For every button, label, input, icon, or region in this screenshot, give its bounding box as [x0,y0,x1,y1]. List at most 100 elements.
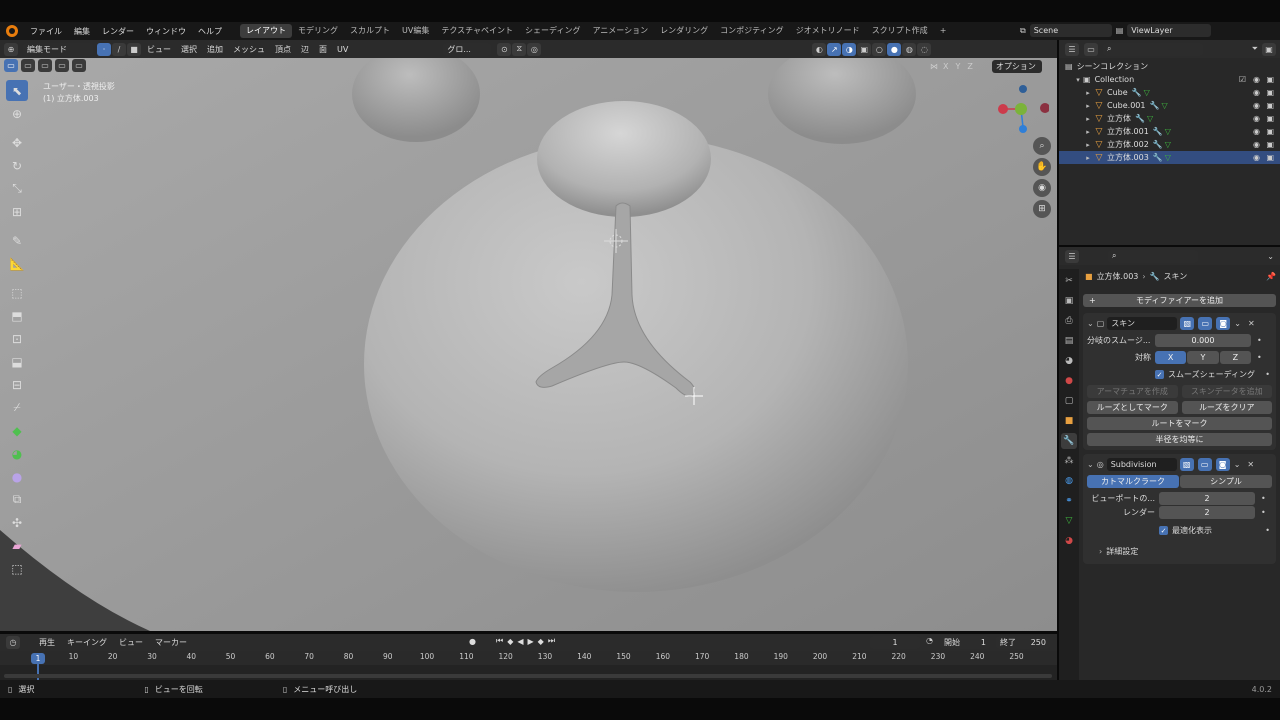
bevel-tool-icon[interactable]: ⬓ [6,351,28,372]
timeline[interactable]: ◷ 再生 キーイング ビュー マーカー ● ⏮ ◆ ◀ ▶ ◆ ⏭ 1 ◔ 開始… [0,634,1057,680]
timeline-scrollbar[interactable] [4,674,1052,678]
knife-tool-icon[interactable]: ⌿ [6,397,28,418]
spin-tool-icon[interactable]: ◕ [6,443,28,464]
collapse-arrow-icon[interactable]: ⌄ [1087,460,1094,469]
mirror-z[interactable]: Z [965,62,974,71]
tab-geometry-nodes[interactable]: ジオメトリノード [790,24,866,38]
camera-icon[interactable]: ▣ [1266,75,1274,84]
modifier-icon[interactable]: 🔧 [1153,153,1163,162]
blender-logo-icon[interactable] [6,25,18,37]
tab-texture-paint[interactable]: テクスチャペイント [435,24,519,38]
loop-cut-tool-icon[interactable]: ⊟ [6,374,28,395]
symmetry-z-toggle[interactable]: Z [1219,351,1251,364]
visibility-icon[interactable]: ◐ [812,42,827,56]
outliner-search[interactable]: ⌕ [1103,42,1203,56]
modifier-icon[interactable]: 🔧 [1135,114,1145,123]
poly-build-tool-icon[interactable]: ◆ [6,420,28,441]
mark-loose-button[interactable]: ルーズとしてマーク [1087,401,1178,414]
modifier-icon[interactable]: 🔧 [1132,88,1142,97]
modifier-icon[interactable]: 🔧 [1149,101,1159,110]
rendered-shading-icon[interactable]: ◌ [917,42,932,56]
viewport-levels-field[interactable]: 2 [1159,492,1255,505]
eye-icon[interactable]: ◉ [1253,153,1260,162]
collection-tab-icon[interactable]: ▢ [1061,393,1077,409]
physics-tab-icon[interactable]: ◍ [1061,473,1077,489]
new-collection-icon[interactable]: ▣ [1262,42,1276,56]
camera-icon[interactable]: ▣ [1266,101,1274,110]
measure-tool-icon[interactable]: 📐 [6,253,28,274]
keyframe-dot-icon[interactable]: • [1257,336,1262,345]
outliner-object-row[interactable]: ▸ ▽ Cube 🔧 ▽ ◉ ▣ [1059,86,1280,99]
simple-button[interactable]: シンプル [1180,475,1272,488]
keyframe-dot-icon[interactable]: • [1265,370,1270,379]
pivot-icon[interactable]: ⊙ [497,42,512,56]
edge-slide-tool-icon[interactable]: ⧉ [6,489,28,510]
outliner-object-row[interactable]: ▸ ▽ 立方体.003 🔧 ▽ ◉ ▣ [1059,151,1280,164]
shrink-fatten-tool-icon[interactable]: ✣ [6,512,28,533]
branch-smoothing-field[interactable]: 0.000 [1155,334,1251,347]
mesh-data-icon[interactable]: ▽ [1147,114,1153,123]
expand-arrow-icon[interactable]: ▸ [1083,89,1093,97]
solid-shading-icon[interactable]: ● [887,42,902,56]
outliner-editor-icon[interactable]: ☰ [1065,42,1079,56]
eye-icon[interactable]: ◉ [1253,88,1260,97]
expand-arrow-icon[interactable]: ▸ [1083,102,1093,110]
select-box-tool-icon[interactable]: ⬉ [6,80,28,101]
menu-window[interactable]: ウィンドウ [140,26,192,37]
modifier-menu-icon[interactable]: ⌄ [1234,460,1241,469]
add-cube-tool-icon[interactable]: ⬚ [6,282,28,303]
skin-name-field[interactable]: スキン [1107,316,1178,330]
create-armature-button[interactable]: アーマチュアを作成 [1087,385,1178,398]
snap-icon[interactable]: ⧖ [512,42,527,56]
select-extend-icon[interactable]: ▭ [21,59,35,72]
delete-modifier-icon[interactable]: ✕ [1247,460,1254,469]
outliner-object-row[interactable]: ▸ ▽ 立方体.001 🔧 ▽ ◉ ▣ [1059,125,1280,138]
mesh-data-icon[interactable]: ▽ [1165,153,1171,162]
subdivision-name-field[interactable]: Subdivision [1106,457,1177,471]
tab-rendering[interactable]: レンダリング [654,24,714,38]
rotate-tool-icon[interactable]: ↻ [6,155,28,176]
advanced-subpanel[interactable]: › 詳細設定 [1087,545,1272,558]
rip-tool-icon[interactable]: ⬚ [6,558,28,579]
catmull-clark-button[interactable]: カトマルクラーク [1087,475,1179,488]
options-dropdown[interactable]: オプション [991,60,1042,73]
mark-root-button[interactable]: ルートをマーク [1087,417,1272,430]
frame-ruler[interactable]: 1 10 20 30 40 50 60 70 80 90 100 110 120 130 140 150 16… [0,651,1057,680]
transform-orientation[interactable]: グロ... [443,42,492,56]
select-subtract-icon[interactable]: ▭ [38,59,52,72]
menu-edge[interactable]: 辺 [296,44,314,55]
render-toggle-icon[interactable]: ◙ [1216,316,1231,330]
face-select-icon[interactable]: ■ [127,42,141,56]
gizmo-icon[interactable]: ↗ [827,42,842,56]
tool-tab-icon[interactable]: ✂ [1061,273,1077,289]
chevron-down-icon[interactable]: ⌄ [1267,252,1274,261]
scene-icon[interactable]: ⧉ [1020,26,1026,36]
material-tab-icon[interactable]: ◕ [1061,533,1077,549]
mesh-data-icon[interactable]: ▽ [1165,127,1171,136]
render-levels-field[interactable]: 2 [1159,506,1255,519]
menu-help[interactable]: ヘルプ [192,26,228,37]
outliner-collection[interactable]: ▾ ▣ Collection ☑ ◉ ▣ [1059,73,1280,86]
tab-compositing[interactable]: コンポジティング [714,24,790,38]
tab-layout[interactable]: レイアウト [240,24,292,38]
delete-modifier-icon[interactable]: ✕ [1248,319,1255,328]
keyframe-dot-icon[interactable]: • [1257,353,1262,362]
camera-view-icon[interactable]: ◉ [1033,179,1051,197]
pin-icon[interactable]: 📌 [1266,272,1276,281]
outliner-object-row[interactable]: ▸ ▽ Cube.001 🔧 ▽ ◉ ▣ [1059,99,1280,112]
clear-loose-button[interactable]: ルーズをクリア [1181,401,1272,414]
properties-search[interactable]: ⌕ [1108,249,1198,263]
camera-icon[interactable]: ▣ [1266,114,1274,123]
eye-icon[interactable]: ◉ [1253,101,1260,110]
expand-arrow-icon[interactable]: ▸ [1083,115,1093,123]
mode-selector[interactable]: 編集モード [23,42,93,56]
expand-arrow-icon[interactable]: ▸ [1083,128,1093,136]
3d-viewport[interactable]: ⊕ 編集モード · / ■ ビュー 選択 追加 メッシュ 頂点 辺 面 UV グ… [0,40,1057,631]
world-tab-icon[interactable]: ● [1061,373,1077,389]
camera-icon[interactable]: ▣ [1266,127,1274,136]
tab-animation[interactable]: アニメーション [586,24,654,38]
keyframe-dot-icon[interactable]: • [1265,526,1270,535]
keyframe-dot-icon[interactable]: • [1261,494,1266,503]
constraints-tab-icon[interactable]: ⚭ [1061,493,1077,509]
expand-arrow-icon[interactable]: ▸ [1083,141,1093,149]
